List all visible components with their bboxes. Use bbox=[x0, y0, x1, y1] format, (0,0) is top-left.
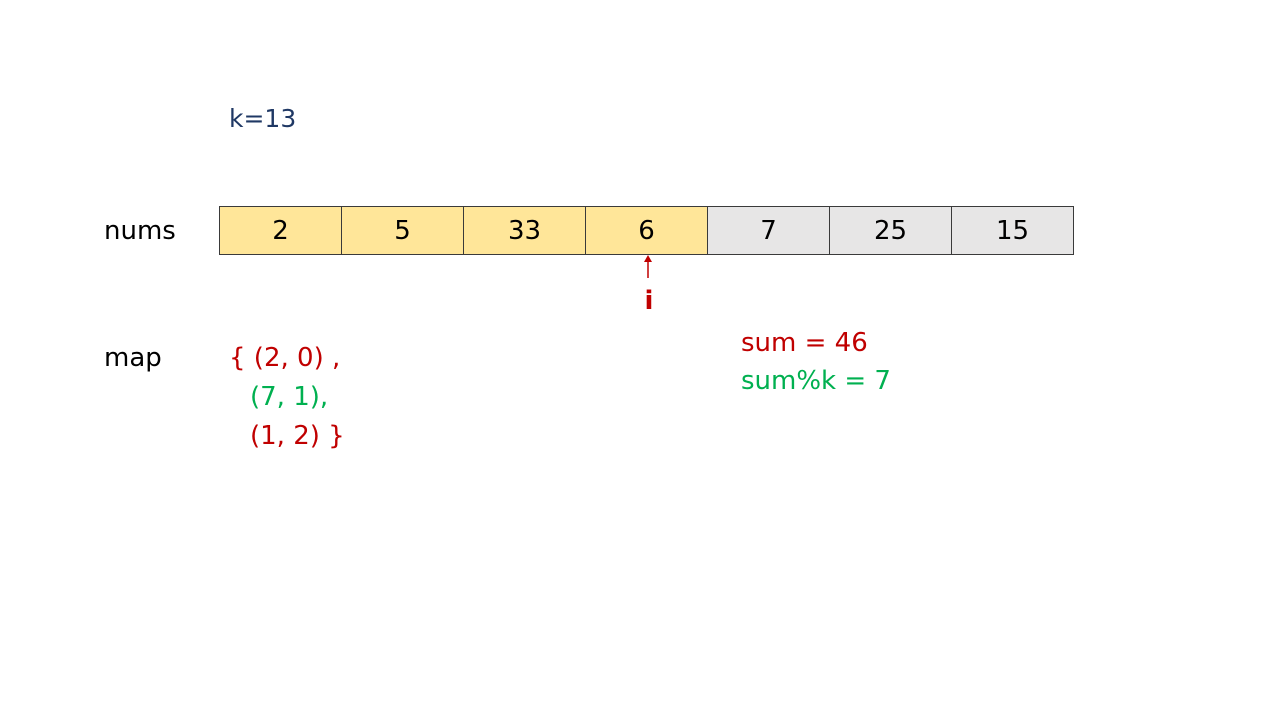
map-label: map bbox=[104, 343, 162, 373]
nums-cell: 33 bbox=[464, 207, 586, 254]
map-entry: (7, 1), bbox=[250, 382, 329, 412]
nums-cell: 15 bbox=[952, 207, 1074, 254]
map-entry: { (2, 0) , bbox=[229, 343, 341, 373]
nums-cell: 7 bbox=[708, 207, 830, 254]
nums-label: nums bbox=[104, 216, 176, 246]
sum-mod-k-value: sum%k = 7 bbox=[741, 366, 891, 396]
nums-cell: 25 bbox=[830, 207, 952, 254]
nums-cell: 5 bbox=[342, 207, 464, 254]
pointer-arrow-icon bbox=[644, 255, 652, 278]
k-value-label: k=13 bbox=[229, 104, 297, 133]
pointer-i-label: i bbox=[644, 286, 654, 316]
nums-array: 2 5 33 6 7 25 15 bbox=[219, 206, 1074, 255]
nums-cell: 6 bbox=[586, 207, 708, 254]
map-entry: (1, 2) } bbox=[250, 421, 345, 451]
sum-value: sum = 46 bbox=[741, 328, 868, 358]
nums-cell: 2 bbox=[220, 207, 342, 254]
